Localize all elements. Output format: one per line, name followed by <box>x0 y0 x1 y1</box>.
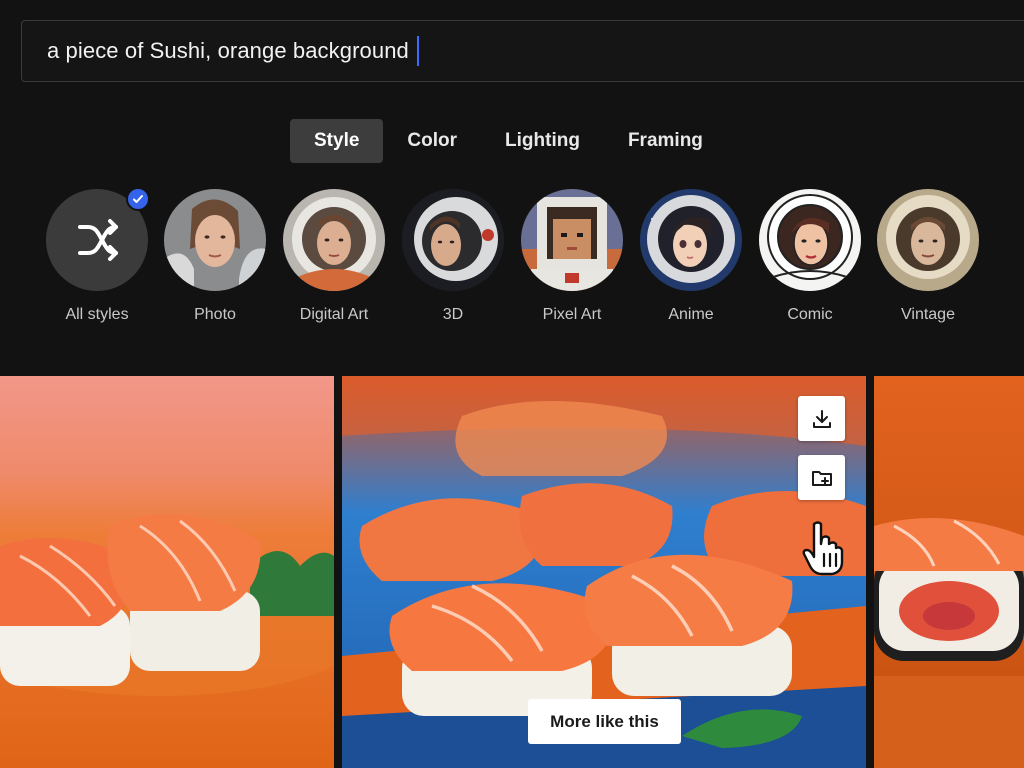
image-divider <box>334 376 342 768</box>
more-like-this-button[interactable]: More like this <box>528 699 681 744</box>
style-3d[interactable]: 3D <box>401 189 505 324</box>
tab-color[interactable]: Color <box>383 119 481 163</box>
style-thumbnail <box>877 189 979 291</box>
style-thumbnail <box>521 189 623 291</box>
style-digital-art[interactable]: Digital Art <box>282 189 386 324</box>
style-comic[interactable]: Comic <box>758 189 862 324</box>
style-thumbnail <box>46 187 150 291</box>
download-icon <box>812 409 831 428</box>
download-button[interactable] <box>798 396 845 441</box>
hand-pointer-icon <box>802 521 844 576</box>
style-all-styles[interactable]: All styles <box>45 187 150 324</box>
style-label: Anime <box>668 306 714 323</box>
style-label: Vintage <box>901 306 955 323</box>
tab-framing[interactable]: Framing <box>604 119 727 163</box>
style-pixel-art[interactable]: Pixel Art <box>520 189 624 324</box>
style-label: All styles <box>65 306 129 323</box>
style-label: Pixel Art <box>542 306 602 323</box>
text-caret <box>416 36 419 66</box>
result-gallery <box>0 376 1024 768</box>
tab-lighting[interactable]: Lighting <box>481 119 604 163</box>
style-thumbnail <box>164 189 266 291</box>
style-vintage[interactable]: Vintage <box>876 189 980 324</box>
option-tabs: Style Color Lighting Framing <box>290 119 727 163</box>
style-label: Photo <box>194 306 236 323</box>
result-image[interactable] <box>874 376 1024 768</box>
image-divider <box>866 376 874 768</box>
save-to-folder-button[interactable] <box>798 455 845 500</box>
style-label: Digital Art <box>299 306 369 323</box>
style-thumbnail <box>402 189 504 291</box>
prompt-input[interactable]: a piece of Sushi, orange background <box>21 20 1024 82</box>
style-thumbnail <box>283 189 385 291</box>
style-thumbnail <box>640 189 742 291</box>
prompt-text: a piece of Sushi, orange background <box>47 38 409 63</box>
selected-check-icon <box>126 187 150 211</box>
style-label: Comic <box>787 306 833 323</box>
style-thumbnail <box>759 189 861 291</box>
result-image[interactable] <box>0 376 334 768</box>
style-photo[interactable]: Photo <box>163 189 267 324</box>
folder-add-icon <box>811 470 832 486</box>
style-label: 3D <box>442 306 464 323</box>
tab-style[interactable]: Style <box>290 119 384 163</box>
style-anime[interactable]: Anime <box>639 189 743 324</box>
